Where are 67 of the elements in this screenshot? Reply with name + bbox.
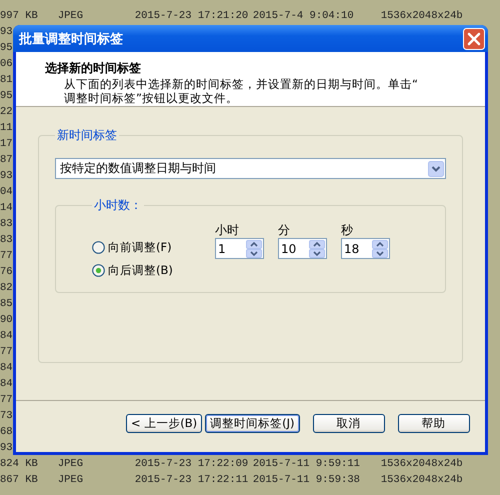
- up-down-arrows-icon[interactable]: [246, 240, 262, 258]
- dropdown[interactable]: 按特定的数值调整日期与时间: [55, 158, 446, 179]
- dialog-button[interactable]: < 上一步(B): [126, 414, 202, 433]
- radio-option[interactable]: 向前调整(F): [92, 240, 215, 255]
- file-cell: 997 KB: [0, 10, 38, 22]
- file-cell: 76: [0, 266, 13, 278]
- file-cell-text: JPEG: [58, 458, 84, 470]
- number-spinner[interactable]: 10: [278, 238, 327, 259]
- header-description: 调整时间标签”按钮以更改文件。: [63, 91, 239, 105]
- close-icon[interactable]: [463, 28, 485, 50]
- header-description: 从下面的列表中选择新的时间标签，并设置新的日期与时间。单击“: [63, 77, 419, 91]
- group-label: 新时间标签: [56, 127, 118, 144]
- up-down-arrows-icon[interactable]: [372, 240, 388, 258]
- file-cell-text: 2015-7-11 9:59:11: [252, 458, 361, 470]
- file-cell: 73: [0, 410, 13, 422]
- file-cell: 867 KB: [0, 474, 38, 486]
- file-cell: 824 KB: [0, 458, 38, 470]
- file-cell: 68: [0, 426, 13, 438]
- file-cell: 84: [0, 330, 13, 342]
- file-cell: 17: [0, 138, 13, 150]
- radio-icon[interactable]: [92, 264, 105, 277]
- file-cell: 87: [0, 154, 13, 166]
- file-cell: 84: [0, 362, 13, 374]
- file-cell: 77: [0, 250, 13, 262]
- file-cell: 81: [0, 74, 13, 86]
- up-down-arrows-icon[interactable]: [309, 240, 325, 258]
- number-spinner[interactable]: 18: [341, 238, 390, 259]
- dialog-button[interactable]: 帮助: [398, 414, 470, 433]
- file-cell: 04: [0, 186, 13, 198]
- file-cell-text: 2015-7-4 9:04:10: [252, 10, 355, 22]
- file-cell: 93: [0, 442, 13, 454]
- number-spinner[interactable]: 1: [215, 238, 264, 259]
- file-cell: 77: [0, 346, 13, 358]
- file-cell: 85: [0, 298, 13, 310]
- file-cell: 06: [0, 58, 13, 70]
- header-title: 选择新的时间标签: [45, 60, 142, 77]
- radio-icon[interactable]: [92, 241, 105, 254]
- spinner-label: 分: [278, 222, 291, 238]
- file-cell: 83: [0, 218, 13, 230]
- file-cell: 1536x2048x24b: [380, 458, 463, 470]
- file-cell: 1536x2048x24b: [380, 474, 463, 486]
- file-cell-text: 2015-7-23 17:21:20: [134, 10, 250, 22]
- file-cell: 83: [0, 234, 13, 246]
- window-title: 批量调整时间标签: [19, 30, 123, 48]
- group-label: 小时数：: [93, 197, 143, 214]
- file-cell: 93: [0, 170, 13, 182]
- file-cell: 90: [0, 314, 13, 326]
- file-cell: 11: [0, 122, 13, 134]
- file-cell: 82: [0, 282, 13, 294]
- file-cell: 93: [0, 26, 13, 38]
- file-cell: 77: [0, 394, 13, 406]
- radio-option[interactable]: 向后调整(B): [92, 263, 215, 278]
- file-cell: 95: [0, 90, 13, 102]
- file-cell-text: 2015-7-11 9:59:38: [252, 474, 361, 486]
- file-cell-text: JPEG: [58, 474, 84, 486]
- spinner-label: 小时: [215, 222, 240, 238]
- file-cell-text: JPEG: [58, 10, 84, 22]
- file-cell: 84: [0, 378, 13, 390]
- file-cell: 1536x2048x24b: [380, 10, 463, 22]
- dialog-button[interactable]: 调整时间标签(J): [205, 414, 300, 433]
- file-cell: 95: [0, 42, 13, 54]
- file-cell-text: 2015-7-23 17:22:09: [134, 458, 250, 470]
- file-cell: 14: [0, 202, 13, 214]
- file-cell-text: 2015-7-23 17:22:11: [134, 474, 250, 486]
- dialog-button[interactable]: 取消: [312, 414, 385, 433]
- spinner-label: 秒: [341, 222, 354, 238]
- file-cell: 22: [0, 106, 13, 118]
